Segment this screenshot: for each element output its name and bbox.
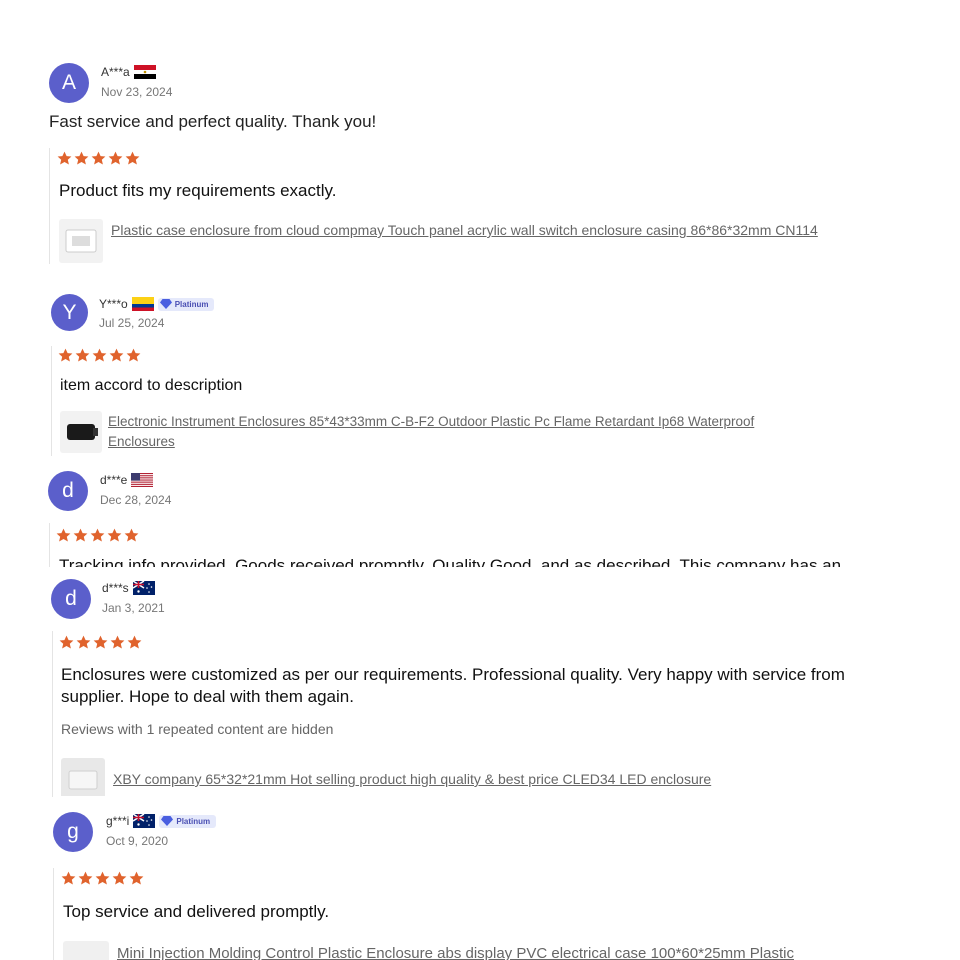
star-icon (59, 635, 74, 649)
avatar: d (51, 579, 91, 619)
review-feedback: item accord to description (60, 377, 243, 394)
flag-icon (131, 473, 154, 487)
feedback-block (49, 148, 50, 264)
star-icon (126, 348, 141, 362)
star-icon (125, 151, 140, 165)
reviewer-name-text: Y***o (99, 297, 128, 311)
review-date: Dec 28, 2024 (100, 493, 172, 507)
avatar: A (49, 63, 89, 103)
star-icon (74, 151, 89, 165)
star-icon (76, 635, 91, 649)
review-date: Jan 3, 2021 (102, 601, 165, 615)
product-thumbnail[interactable] (60, 411, 102, 453)
hidden-reviews-note[interactable]: Reviews with 1 repeated content are hidd… (61, 721, 333, 737)
review-comment: Fast service and perfect quality. Thank … (49, 112, 377, 131)
star-icon (127, 635, 142, 649)
product-link[interactable]: Electronic Instrument Enclosures 85*43*3… (108, 412, 798, 452)
feedback-block (52, 631, 53, 797)
star-rating (58, 348, 141, 363)
link-clip: Mini Injection Molding Control Plastic E… (117, 943, 877, 960)
star-icon (61, 871, 76, 885)
flag-icon (133, 814, 156, 828)
reviewer-name: g***i Platinum (106, 814, 217, 828)
feedback-block (51, 346, 52, 456)
feedback-block (49, 523, 50, 567)
star-rating (56, 528, 139, 543)
product-link[interactable]: XBY company 65*32*21mm Hot selling produ… (113, 769, 873, 790)
thumb-clip (63, 941, 109, 960)
star-rating (59, 635, 142, 650)
star-icon (91, 151, 106, 165)
flag-icon (131, 297, 154, 311)
reviewer-name: A***a (101, 65, 156, 79)
star-icon (73, 528, 88, 542)
platinum-diamond-icon (161, 816, 174, 826)
reviewer-name: Y***o Platinum (99, 297, 215, 311)
review-feedback: Tracking info provided. Goods received p… (59, 556, 842, 567)
review-date: Oct 9, 2020 (106, 834, 169, 848)
product-link[interactable]: Plastic case enclosure from cloud compma… (111, 220, 841, 241)
star-icon (58, 348, 73, 362)
product-image-icon (67, 424, 98, 440)
badge-label: Platinum (174, 299, 209, 309)
star-icon (107, 528, 122, 542)
review-date: Nov 23, 2024 (101, 85, 173, 99)
feedback-clip: Tracking info provided. Goods received p… (59, 555, 879, 567)
star-icon (78, 871, 93, 885)
review-feedback: Product fits my requirements exactly. (59, 181, 337, 200)
feedback-block (53, 868, 54, 960)
flag-icon (132, 581, 155, 595)
product-thumbnail[interactable] (59, 219, 103, 263)
avatar: d (48, 471, 88, 511)
avatar: g (53, 812, 93, 852)
star-icon (124, 528, 139, 542)
thumb-clip (61, 758, 105, 796)
platinum-diamond-icon (159, 299, 172, 309)
reviewer-name-text: A***a (101, 65, 130, 79)
star-icon (95, 871, 110, 885)
star-icon (109, 348, 124, 362)
star-rating (61, 871, 144, 886)
review-feedback: Enclosures were customized as per our re… (61, 665, 845, 706)
product-link[interactable]: Mini Injection Molding Control Plastic E… (117, 943, 794, 960)
star-icon (57, 151, 72, 165)
product-thumbnail[interactable] (61, 758, 105, 796)
platinum-badge: Platinum (159, 814, 217, 828)
star-icon (112, 871, 127, 885)
star-icon (129, 871, 144, 885)
badge-label: Platinum (176, 816, 211, 826)
star-icon (92, 348, 107, 362)
review-feedback: Top service and delivered promptly. (63, 902, 330, 921)
star-icon (110, 635, 125, 649)
reviewer-name-text: d***s (102, 581, 129, 595)
review-date: Jul 25, 2024 (99, 316, 165, 330)
star-icon (90, 528, 105, 542)
flag-icon (133, 65, 156, 79)
star-icon (75, 348, 90, 362)
avatar: Y (51, 294, 88, 331)
product-thumbnail[interactable] (63, 941, 109, 960)
reviewer-name: d***e (100, 473, 154, 487)
star-rating (57, 151, 140, 166)
star-icon (108, 151, 123, 165)
star-icon (56, 528, 71, 542)
reviewer-name-text: g***i (106, 814, 130, 828)
product-image-icon (68, 770, 98, 790)
reviewer-name: d***s (102, 581, 155, 595)
star-icon (93, 635, 108, 649)
reviewer-name-text: d***e (100, 473, 128, 487)
platinum-badge: Platinum (157, 297, 215, 311)
product-image-icon (65, 229, 97, 253)
